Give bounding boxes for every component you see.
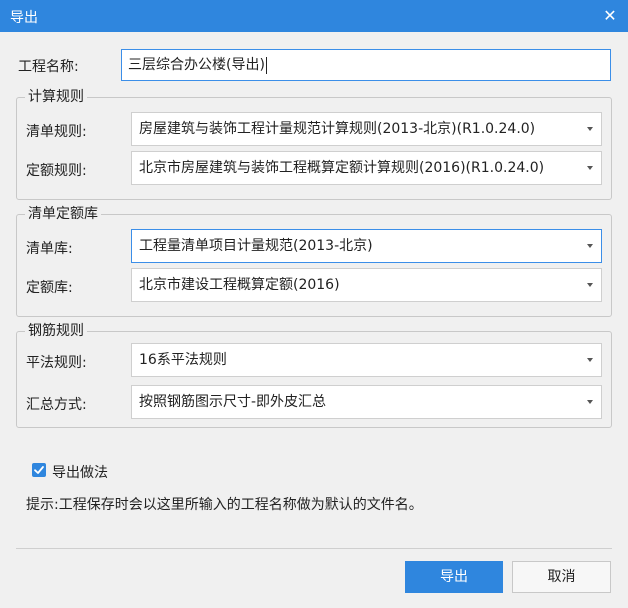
export-method-checkbox[interactable] — [32, 463, 46, 477]
chevron-down-icon — [587, 166, 593, 170]
chevron-down-icon — [587, 358, 593, 362]
project-name-value: 三层综合办公楼(导出) — [128, 57, 265, 73]
calc-rules-legend: 计算规则 — [25, 88, 87, 106]
chevron-down-icon — [587, 244, 593, 248]
list-lib-label: 清单库: — [26, 241, 73, 257]
project-name-label: 工程名称: — [18, 59, 79, 75]
project-name-input[interactable]: 三层综合办公楼(导出) — [121, 49, 611, 81]
summary-method-select[interactable]: 按照钢筋图示尺寸-即外皮汇总 — [131, 385, 602, 419]
list-lib-value: 工程量清单项目计量规范(2013-北京) — [139, 238, 373, 254]
summary-method-value: 按照钢筋图示尺寸-即外皮汇总 — [139, 394, 327, 410]
flat-rule-select[interactable]: 16系平法规则 — [131, 343, 602, 377]
quota-rule-label: 定额规则: — [26, 163, 87, 179]
dialog-title: 导出 — [10, 10, 38, 26]
libraries-legend: 清单定额库 — [25, 205, 101, 223]
quota-lib-value: 北京市建设工程概算定额(2016) — [139, 277, 340, 293]
flat-rule-label: 平法规则: — [26, 355, 87, 371]
close-icon[interactable]: ✕ — [598, 4, 622, 28]
list-rule-value: 房屋建筑与装饰工程计量规范计算规则(2013-北京)(R1.0.24.0) — [139, 121, 536, 137]
list-rule-select[interactable]: 房屋建筑与装饰工程计量规范计算规则(2013-北京)(R1.0.24.0) — [131, 112, 602, 146]
flat-rule-value: 16系平法规则 — [139, 352, 227, 368]
cancel-button[interactable]: 取消 — [512, 561, 611, 593]
rebar-rules-legend: 钢筋规则 — [25, 322, 87, 340]
chevron-down-icon — [587, 283, 593, 287]
divider — [16, 548, 612, 549]
export-button[interactable]: 导出 — [405, 561, 503, 593]
quota-lib-label: 定额库: — [26, 280, 73, 296]
title-bar: 导出 ✕ — [0, 0, 628, 32]
quota-rule-select[interactable]: 北京市房屋建筑与装饰工程概算定额计算规则(2016)(R1.0.24.0) — [131, 151, 602, 185]
export-dialog: 导出 ✕ 工程名称: 三层综合办公楼(导出) 计算规则 清单规则: 房屋建筑与装… — [0, 0, 628, 608]
list-lib-select[interactable]: 工程量清单项目计量规范(2013-北京) — [131, 229, 602, 263]
checkmark-icon — [34, 466, 44, 474]
export-method-label[interactable]: 导出做法 — [52, 462, 108, 482]
chevron-down-icon — [587, 400, 593, 404]
summary-method-label: 汇总方式: — [26, 397, 87, 413]
quota-lib-select[interactable]: 北京市建设工程概算定额(2016) — [131, 268, 602, 302]
text-caret — [265, 56, 267, 74]
list-rule-label: 清单规则: — [26, 124, 87, 140]
chevron-down-icon — [587, 127, 593, 131]
quota-rule-value: 北京市房屋建筑与装饰工程概算定额计算规则(2016)(R1.0.24.0) — [139, 160, 545, 176]
hint-text: 提示:工程保存时会以这里所输入的工程名称做为默认的文件名。 — [26, 497, 423, 513]
